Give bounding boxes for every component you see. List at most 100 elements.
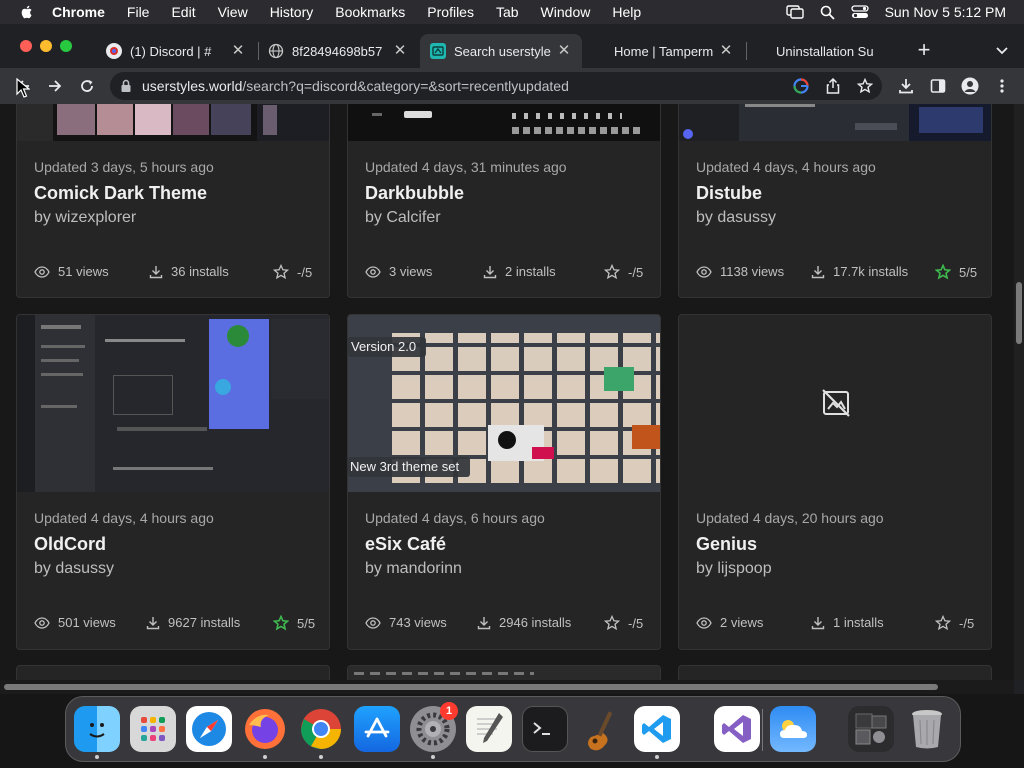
forward-button[interactable] xyxy=(44,75,66,97)
style-author[interactable]: by lijspoop xyxy=(696,560,772,578)
installs-stat: 9627 installs xyxy=(146,615,240,630)
rating-value: -/5 xyxy=(628,264,644,280)
terminal-icon[interactable] xyxy=(522,706,568,752)
horizontal-scrollbar-thumb[interactable] xyxy=(4,684,938,690)
horizontal-scrollbar[interactable] xyxy=(0,680,1014,694)
style-name[interactable]: OldCord xyxy=(34,534,106,555)
menubar-clock[interactable]: Sun Nov 5 5:12 PM xyxy=(885,4,1006,20)
bookmark-star-icon[interactable] xyxy=(856,77,874,95)
style-card[interactable]: Updated 4 days, 31 minutes ago Darkbubbl… xyxy=(347,104,661,298)
dock-separator xyxy=(762,709,763,751)
vertical-scrollbar[interactable] xyxy=(1014,104,1024,680)
views-count: 501 views xyxy=(58,615,116,630)
close-window-button[interactable] xyxy=(20,40,32,52)
discord-icon xyxy=(106,43,122,59)
menu-edit[interactable]: Edit xyxy=(171,4,195,20)
menu-window[interactable]: Window xyxy=(541,4,591,20)
style-preview-image[interactable] xyxy=(679,315,991,492)
app-store-icon[interactable] xyxy=(354,706,400,752)
vertical-scrollbar-thumb[interactable] xyxy=(1016,282,1022,344)
vscode-icon[interactable] xyxy=(634,706,680,752)
weather-icon[interactable] xyxy=(770,706,816,752)
lock-icon[interactable] xyxy=(120,79,132,93)
style-card[interactable]: Updated 4 days, 4 hours ago Distube by d… xyxy=(678,104,992,298)
tab-discord[interactable]: (1) Discord | # ✕ xyxy=(96,34,256,68)
finder-icon[interactable] xyxy=(74,706,120,752)
google-lens-icon[interactable] xyxy=(792,77,810,95)
style-preview-image[interactable] xyxy=(17,315,329,492)
textedit-icon[interactable] xyxy=(466,706,512,752)
style-card[interactable]: Updated 4 days, 4 hours ago OldCord by d… xyxy=(16,314,330,650)
menu-bookmarks[interactable]: Bookmarks xyxy=(335,4,405,20)
close-tab-icon[interactable]: ✕ xyxy=(718,43,734,59)
download-icon xyxy=(146,616,160,629)
style-name[interactable]: Distube xyxy=(696,183,762,204)
zoom-window-button[interactable] xyxy=(60,40,72,52)
style-name[interactable]: Genius xyxy=(696,534,757,555)
stacks-icon[interactable] xyxy=(848,706,894,752)
tab-hash[interactable]: 8f28494698b57 ✕ xyxy=(258,34,418,68)
style-name[interactable]: eSix Café xyxy=(365,534,446,555)
style-card[interactable]: Version 2.0 New 3rd theme set Updated 4 … xyxy=(347,314,661,650)
safari-icon[interactable] xyxy=(186,706,232,752)
new-tab-button[interactable]: + xyxy=(914,39,934,61)
close-tab-icon[interactable]: ✕ xyxy=(392,43,408,59)
style-author[interactable]: by Calcifer xyxy=(365,209,441,227)
minimize-window-button[interactable] xyxy=(40,40,52,52)
style-author[interactable]: by mandorinn xyxy=(365,560,462,578)
style-author[interactable]: by dasussy xyxy=(34,560,114,578)
menu-view[interactable]: View xyxy=(218,4,248,20)
trash-icon[interactable] xyxy=(904,706,950,752)
firefox-icon[interactable] xyxy=(242,706,288,752)
menu-help[interactable]: Help xyxy=(612,4,641,20)
style-author[interactable]: by dasussy xyxy=(696,209,776,227)
style-preview-image[interactable] xyxy=(679,104,991,141)
screen: Chrome File Edit View History Bookmarks … xyxy=(0,0,1024,768)
launchpad-icon[interactable] xyxy=(130,706,176,752)
style-author[interactable]: by wizexplorer xyxy=(34,209,136,227)
screen-mirroring-icon[interactable] xyxy=(785,5,804,19)
preview-theme-set-label: New 3rd theme set xyxy=(350,459,460,474)
menu-tab[interactable]: Tab xyxy=(496,4,519,20)
reload-icon xyxy=(81,80,93,92)
globe-icon xyxy=(268,43,284,59)
style-card[interactable] xyxy=(16,665,330,680)
style-preview-image[interactable] xyxy=(348,666,660,680)
style-preview-image[interactable] xyxy=(348,104,660,141)
menu-profiles[interactable]: Profiles xyxy=(427,4,474,20)
style-name[interactable]: Comick Dark Theme xyxy=(34,183,207,204)
style-card[interactable] xyxy=(347,665,661,680)
tab-search-chevron-icon[interactable] xyxy=(994,42,1010,58)
style-preview-image[interactable]: Version 2.0 New 3rd theme set xyxy=(348,315,660,492)
close-tab-icon[interactable]: ✕ xyxy=(556,43,572,59)
style-card[interactable]: Updated 4 days, 20 hours ago Genius by l… xyxy=(678,314,992,650)
views-count: 51 views xyxy=(58,264,109,279)
side-panel-button[interactable] xyxy=(927,75,949,97)
address-bar[interactable]: userstyles.world/search?q=discord&catego… xyxy=(110,72,882,100)
chrome-menu-button[interactable] xyxy=(991,75,1013,97)
menu-file[interactable]: File xyxy=(127,4,150,20)
spotlight-search-icon[interactable] xyxy=(820,5,835,20)
control-center-icon[interactable] xyxy=(850,5,869,19)
visual-studio-icon[interactable] xyxy=(714,706,760,752)
rating-value: 5/5 xyxy=(959,264,978,280)
style-name[interactable]: Darkbubble xyxy=(365,183,464,204)
close-tab-icon[interactable]: ✕ xyxy=(230,43,246,59)
menu-history[interactable]: History xyxy=(270,4,314,20)
share-icon[interactable] xyxy=(824,77,842,95)
style-card[interactable] xyxy=(678,665,992,680)
style-preview-image[interactable] xyxy=(17,104,329,141)
apple-icon[interactable] xyxy=(20,5,34,19)
profile-button[interactable] xyxy=(959,75,981,97)
menu-chrome[interactable]: Chrome xyxy=(52,4,105,20)
url-text[interactable]: userstyles.world/search?q=discord&catego… xyxy=(142,78,569,94)
tab-uninstallation[interactable]: Uninstallation Su xyxy=(746,34,906,68)
reload-button[interactable] xyxy=(76,75,98,97)
downloads-button[interactable] xyxy=(895,75,917,97)
tab-userstyles-search[interactable]: Search userstyle ✕ xyxy=(420,34,582,68)
garageband-icon[interactable] xyxy=(578,706,624,752)
installs-count: 36 installs xyxy=(171,264,229,279)
tab-tampermonkey[interactable]: Home | Tamperm ✕ xyxy=(584,34,744,68)
chrome-icon[interactable] xyxy=(298,706,344,752)
style-card[interactable]: Updated 3 days, 5 hours ago Comick Dark … xyxy=(16,104,330,298)
